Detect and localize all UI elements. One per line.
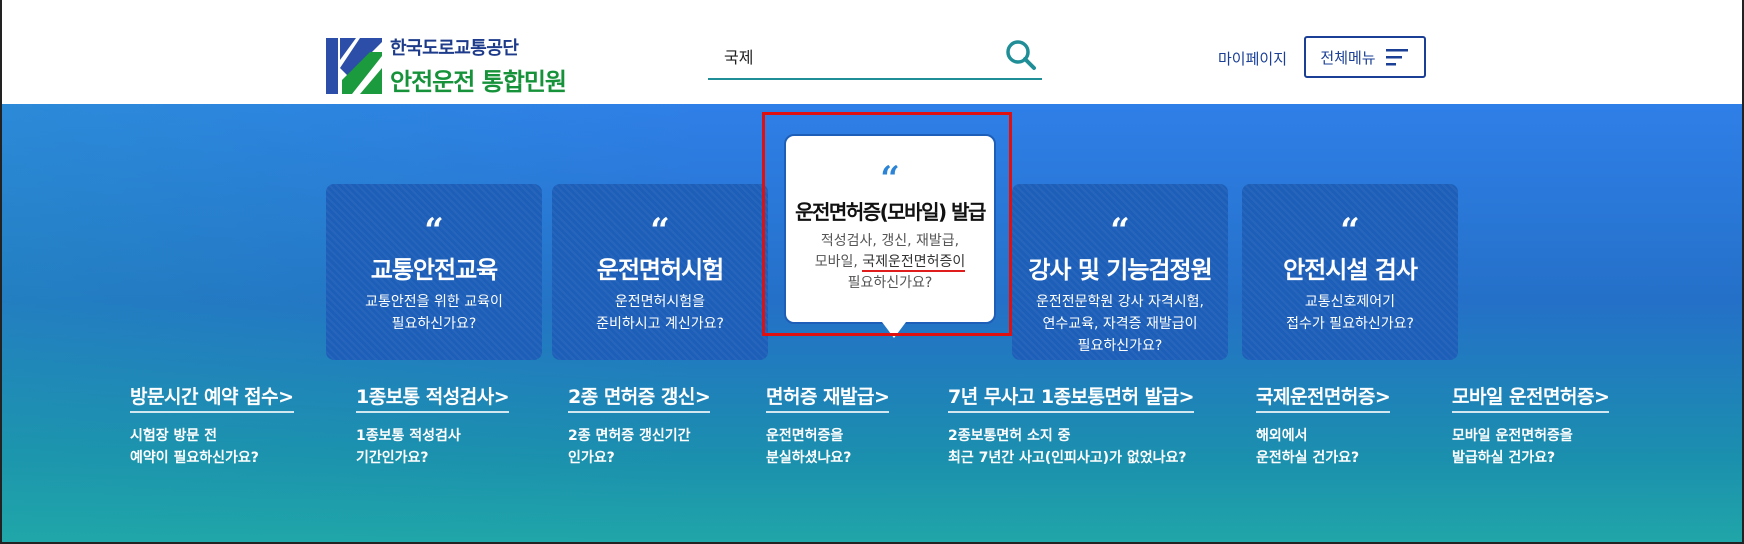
highlighted-keyword: 국제운전면허증이 <box>862 254 966 272</box>
quick-link-desc: 최근 7년간 사고(인피사고)가 없었나요? <box>948 450 1187 466</box>
search-button[interactable] <box>1004 38 1038 72</box>
quick-link-title: 2종 면허증 갱신 <box>568 386 695 408</box>
card-desc-line: 교통안전을 위한 교육이 <box>365 294 503 310</box>
quick-link-desc: 해외에서 <box>1256 428 1308 444</box>
card-title: 운전면허시험 <box>596 256 724 284</box>
card-title: 운전면허증(모바일) 발급 <box>795 200 986 224</box>
card-desc-line: 모바일, <box>814 254 863 270</box>
card-license-issuance-active[interactable]: “ 운전면허증(모바일) 발급 적성검사, 갱신, 재발급, 모바일, 국제운전… <box>784 134 996 338</box>
quote-icon: “ <box>650 211 670 251</box>
quick-link-desc: 예약이 필요하신가요? <box>130 450 259 466</box>
card-desc-line: 준비하시고 계신가요? <box>596 316 724 332</box>
card-safety-facility-inspection[interactable]: “ 안전시설 검사 교통신호제어기 접수가 필요하신가요? <box>1242 184 1458 360</box>
card-title: 안전시설 검사 <box>1283 256 1418 284</box>
card-desc-line: 적성검사, 갱신, 재발급, <box>820 233 960 249</box>
logo-org-name: 한국도로교통공단 <box>390 38 519 59</box>
card-license-exam[interactable]: “ 운전면허시험 운전면허시험을 준비하시고 계신가요? <box>552 184 768 360</box>
chevron-right-icon: > <box>1374 386 1391 408</box>
quote-icon: “ <box>1110 211 1130 251</box>
quick-link-desc: 분실하셨나요? <box>766 450 852 466</box>
card-desc-line: 운전전문학원 강사 자격시험, <box>1036 294 1204 310</box>
search-icon <box>1006 40 1036 70</box>
quick-link-title: 모바일 운전면허증 <box>1452 386 1594 408</box>
card-instructor-examiner[interactable]: “ 강사 및 기능검정원 운전전문학원 강사 자격시험, 연수교육, 자격증 재… <box>1012 184 1228 360</box>
quick-link-license-reissue[interactable]: 면허증 재발급> 운전면허증을분실하셨나요? <box>766 382 890 469</box>
quick-link-international-license[interactable]: 국제운전면허증> 해외에서운전하실 건가요? <box>1256 382 1391 469</box>
quick-link-desc: 모바일 운전면허증을 <box>1452 428 1573 444</box>
card-traffic-safety-education[interactable]: “ 교통안전교육 교통안전을 위한 교육이 필요하신가요? <box>326 184 542 360</box>
card-desc-line: 필요하신가요? <box>391 316 477 332</box>
chevron-right-icon: > <box>694 386 711 408</box>
mypage-link[interactable]: 마이페이지 <box>1218 48 1287 69</box>
quick-link-desc: 2종보통면허 소지 중 <box>948 428 1071 444</box>
card-desc-line: 필요하신가요? <box>847 275 933 291</box>
quote-icon: “ <box>880 159 900 199</box>
quick-link-aptitude-test[interactable]: 1종보통 적성검사> 1종보통 적성검사 기간인가요? <box>356 382 510 469</box>
search-input[interactable] <box>724 42 984 70</box>
logo-service-name: 안전운전 통합민원 <box>390 68 567 96</box>
hero-section: “ 교통안전교육 교통안전을 위한 교육이 필요하신가요? “ 운전면허시험 운… <box>2 104 1742 542</box>
card-desc-line: 운전면허시험을 <box>614 294 706 310</box>
quick-link-7year-accident-free[interactable]: 7년 무사고 1종보통면허 발급> 2종보통면허 소지 중최근 7년간 사고(인… <box>948 382 1195 469</box>
chevron-right-icon: > <box>1178 386 1195 408</box>
quick-link-desc: 인가요? <box>568 450 615 466</box>
quick-link-title: 면허증 재발급 <box>766 386 875 408</box>
quick-link-visit-reservation[interactable]: 방문시간 예약 접수> 시험장 방문 전예약이 필요하신가요? <box>130 382 294 469</box>
chevron-right-icon: > <box>493 386 510 408</box>
chevron-right-icon: > <box>874 386 890 408</box>
card-title: 교통안전교육 <box>370 256 498 284</box>
quick-link-desc: 운전하실 건가요? <box>1256 450 1360 466</box>
quick-link-desc: 2종 면허증 갱신기간 <box>568 428 691 444</box>
card-desc-line: 접수가 필요하신가요? <box>1286 316 1414 332</box>
card-desc-line: 교통신호제어기 <box>1304 294 1396 310</box>
quick-link-title: 7년 무사고 1종보통면허 발급 <box>948 386 1179 408</box>
site-header: 한국도로교통공단 안전운전 통합민원 마이페이지 전체메뉴 <box>2 0 1742 104</box>
quick-link-desc: 기간인가요? <box>356 450 429 466</box>
site-logo[interactable]: 한국도로교통공단 안전운전 통합민원 <box>326 34 567 97</box>
quick-link-title: 국제운전면허증 <box>1256 386 1375 408</box>
card-title: 강사 및 기능검정원 <box>1028 256 1212 284</box>
quick-link-license-renewal[interactable]: 2종 면허증 갱신> 2종 면허증 갱신기간인가요? <box>568 382 711 469</box>
chevron-right-icon: > <box>1593 386 1610 408</box>
card-desc-line: 필요하신가요? <box>1077 338 1163 354</box>
search-box <box>708 36 1042 80</box>
quick-link-desc: 발급하실 건가요? <box>1452 450 1556 466</box>
logo-mark-icon <box>326 37 382 94</box>
quick-link-desc: 운전면허증을 <box>766 428 844 444</box>
chevron-right-icon: > <box>278 386 294 408</box>
card-desc-line: 연수교육, 자격증 재발급이 <box>1042 316 1198 332</box>
all-menu-label: 전체메뉴 <box>1320 48 1376 67</box>
quick-link-title: 방문시간 예약 접수 <box>130 386 279 408</box>
quote-icon: “ <box>424 211 444 251</box>
quick-link-desc: 1종보통 적성검사 <box>356 428 461 444</box>
quick-link-title: 1종보통 적성검사 <box>356 386 494 408</box>
quick-link-mobile-license[interactable]: 모바일 운전면허증> 모바일 운전면허증을발급하실 건가요? <box>1452 382 1610 469</box>
all-menu-button[interactable]: 전체메뉴 <box>1304 36 1426 78</box>
page-frame: 한국도로교통공단 안전운전 통합민원 마이페이지 전체메뉴 <box>0 0 1744 544</box>
quick-link-desc: 시험장 방문 전 <box>130 428 218 444</box>
menu-icon <box>1385 49 1408 66</box>
quote-icon: “ <box>1340 211 1360 251</box>
